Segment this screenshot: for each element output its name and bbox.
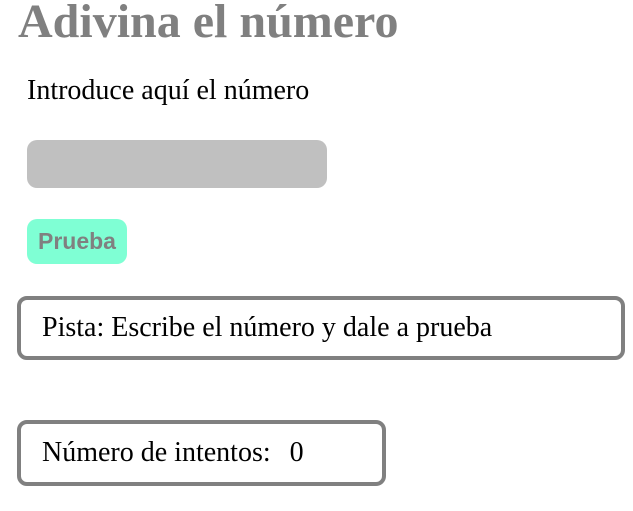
try-button[interactable]: Prueba [27, 219, 127, 264]
number-input-label: Introduce aquí el número [27, 75, 310, 106]
hint-text: Pista: Escribe el número y dale a prueba [42, 312, 493, 343]
page-title: Adivina el número [18, 0, 399, 48]
attempts-label: Número de intentos: [42, 437, 271, 468]
hint-box: Pista: Escribe el número y dale a prueba [17, 296, 625, 360]
attempts-count: 0 [289, 437, 304, 468]
attempts-box: Número de intentos: 0 [17, 420, 386, 486]
number-input[interactable] [27, 140, 327, 188]
